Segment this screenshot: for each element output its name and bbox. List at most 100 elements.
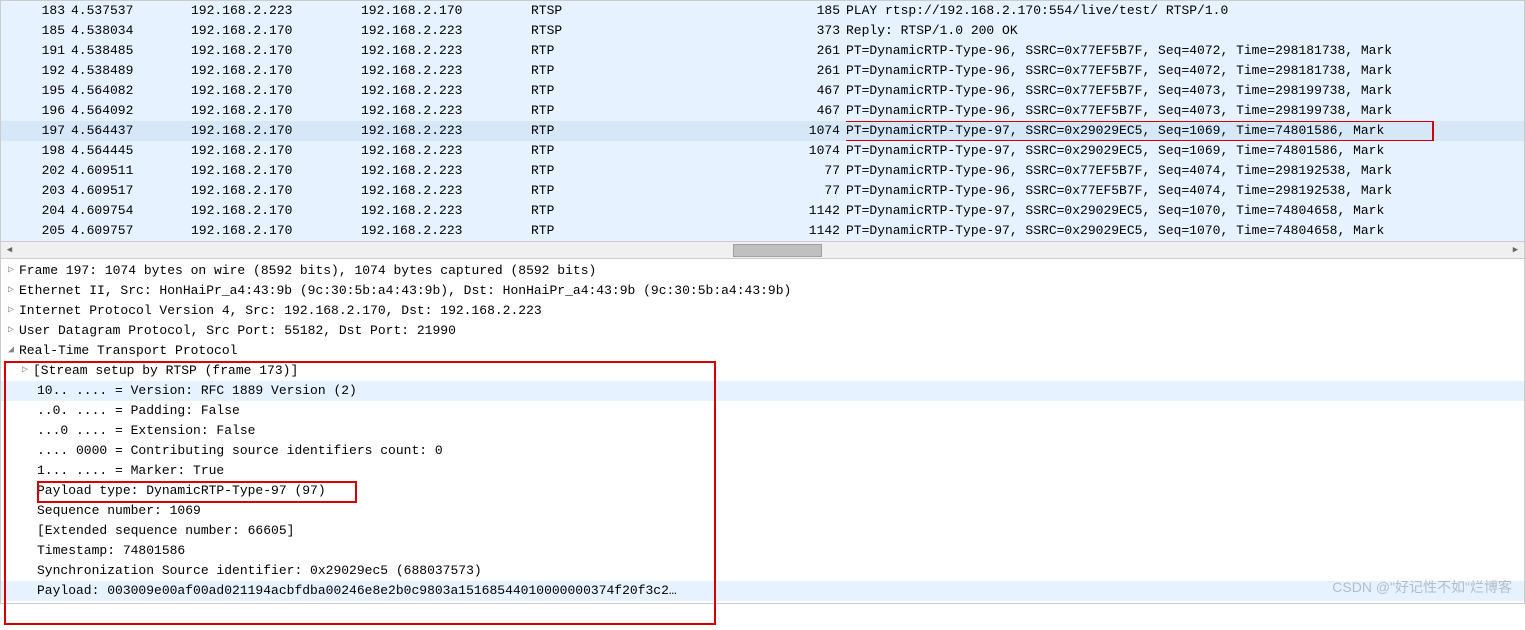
detail-text: Ethernet II, Src: HonHaiPr_a4:43:9b (9c:… [19, 281, 791, 301]
packet-details[interactable]: ▷Frame 197: 1074 bytes on wire (8592 bit… [0, 259, 1525, 604]
col-destination: 192.168.2.223 [361, 41, 531, 61]
col-no: 203 [1, 181, 71, 201]
col-length: 1142 [806, 221, 846, 241]
detail-text: Real-Time Transport Protocol [19, 341, 237, 361]
col-protocol: RTP [531, 41, 806, 61]
col-time: 4.609517 [71, 181, 191, 201]
detail-text: ...0 .... = Extension: False [37, 421, 255, 441]
col-length: 77 [806, 181, 846, 201]
col-no: 183 [1, 1, 71, 21]
detail-timestamp[interactable]: Timestamp: 74801586 [1, 541, 1524, 561]
col-info: PT=DynamicRTP-Type-96, SSRC=0x77EF5B7F, … [846, 161, 1524, 181]
scrollbar-thumb[interactable] [733, 244, 822, 257]
packet-row[interactable]: 1984.564445192.168.2.170192.168.2.223RTP… [1, 141, 1524, 161]
packet-row[interactable]: 2034.609517192.168.2.170192.168.2.223RTP… [1, 181, 1524, 201]
expand-icon[interactable]: ▷ [19, 361, 31, 381]
packet-row[interactable]: 1954.564082192.168.2.170192.168.2.223RTP… [1, 81, 1524, 101]
scroll-left-button[interactable]: ◀ [1, 243, 18, 258]
packet-row[interactable]: 1914.538485192.168.2.170192.168.2.223RTP… [1, 41, 1524, 61]
detail-csrc[interactable]: .... 0000 = Contributing source identifi… [1, 441, 1524, 461]
col-source: 192.168.2.170 [191, 81, 361, 101]
collapse-icon[interactable]: ◢ [5, 341, 17, 361]
col-info: PT=DynamicRTP-Type-97, SSRC=0x29029EC5, … [846, 141, 1524, 161]
packet-row[interactable]: 2044.609754192.168.2.170192.168.2.223RTP… [1, 201, 1524, 221]
detail-version[interactable]: 10.. .... = Version: RFC 1889 Version (2… [1, 381, 1524, 401]
detail-text: Payload type: DynamicRTP-Type-97 (97) [37, 481, 326, 501]
col-length: 261 [806, 61, 846, 81]
detail-text: Timestamp: 74801586 [37, 541, 185, 561]
packet-row[interactable]: 2024.609511192.168.2.170192.168.2.223RTP… [1, 161, 1524, 181]
col-source: 192.168.2.223 [191, 1, 361, 21]
col-info: PT=DynamicRTP-Type-97, SSRC=0x29029EC5, … [846, 201, 1524, 221]
col-time: 4.564445 [71, 141, 191, 161]
expand-icon[interactable]: ▷ [5, 261, 17, 281]
detail-text: [Stream setup by RTSP (frame 173)] [33, 361, 298, 381]
col-no: 195 [1, 81, 71, 101]
packet-row[interactable]: 1964.564092192.168.2.170192.168.2.223RTP… [1, 101, 1524, 121]
col-no: 202 [1, 161, 71, 181]
col-length: 1074 [806, 141, 846, 161]
col-no: 204 [1, 201, 71, 221]
col-destination: 192.168.2.223 [361, 141, 531, 161]
detail-ssrc[interactable]: Synchronization Source identifier: 0x290… [1, 561, 1524, 581]
col-no: 205 [1, 221, 71, 241]
col-destination: 192.168.2.170 [361, 1, 531, 21]
col-destination: 192.168.2.223 [361, 201, 531, 221]
packet-row[interactable]: 1854.538034192.168.2.170192.168.2.223RTS… [1, 21, 1524, 41]
detail-rtp[interactable]: ◢Real-Time Transport Protocol [1, 341, 1524, 361]
detail-extended-seq[interactable]: [Extended sequence number: 66605] [1, 521, 1524, 541]
scroll-right-button[interactable]: ▶ [1507, 243, 1524, 258]
packet-row[interactable]: 2054.609757192.168.2.170192.168.2.223RTP… [1, 221, 1524, 241]
detail-sequence[interactable]: Sequence number: 1069 [1, 501, 1524, 521]
detail-frame[interactable]: ▷Frame 197: 1074 bytes on wire (8592 bit… [1, 261, 1524, 281]
col-info: PT=DynamicRTP-Type-96, SSRC=0x77EF5B7F, … [846, 81, 1524, 101]
col-no: 197 [1, 121, 71, 141]
col-length: 467 [806, 101, 846, 121]
col-time: 4.538489 [71, 61, 191, 81]
col-length: 373 [806, 21, 846, 41]
detail-stream-setup[interactable]: ▷[Stream setup by RTSP (frame 173)] [1, 361, 1524, 381]
col-destination: 192.168.2.223 [361, 101, 531, 121]
col-no: 198 [1, 141, 71, 161]
detail-extension[interactable]: ...0 .... = Extension: False [1, 421, 1524, 441]
col-time: 4.538034 [71, 21, 191, 41]
col-info: PT=DynamicRTP-Type-96, SSRC=0x77EF5B7F, … [846, 61, 1524, 81]
col-protocol: RTP [531, 181, 806, 201]
packet-row[interactable]: 1924.538489192.168.2.170192.168.2.223RTP… [1, 61, 1524, 81]
packet-list[interactable]: 1834.537537192.168.2.223192.168.2.170RTS… [0, 0, 1525, 242]
detail-text: [Extended sequence number: 66605] [37, 521, 294, 541]
detail-payload-type[interactable]: Payload type: DynamicRTP-Type-97 (97) [1, 481, 1524, 501]
col-protocol: RTP [531, 101, 806, 121]
detail-ip[interactable]: ▷Internet Protocol Version 4, Src: 192.1… [1, 301, 1524, 321]
detail-text: Synchronization Source identifier: 0x290… [37, 561, 482, 581]
col-destination: 192.168.2.223 [361, 81, 531, 101]
expand-icon[interactable]: ▷ [5, 301, 17, 321]
col-source: 192.168.2.170 [191, 181, 361, 201]
expand-icon[interactable]: ▷ [5, 281, 17, 301]
col-protocol: RTP [531, 61, 806, 81]
col-time: 4.564437 [71, 121, 191, 141]
detail-text: ..0. .... = Padding: False [37, 401, 240, 421]
col-info: PT=DynamicRTP-Type-96, SSRC=0x77EF5B7F, … [846, 101, 1524, 121]
scrollbar-track[interactable] [18, 243, 1507, 258]
packet-row[interactable]: 1834.537537192.168.2.223192.168.2.170RTS… [1, 1, 1524, 21]
col-source: 192.168.2.170 [191, 221, 361, 241]
horizontal-scrollbar[interactable]: ◀ ▶ [0, 242, 1525, 259]
col-info: PT=DynamicRTP-Type-96, SSRC=0x77EF5B7F, … [846, 41, 1524, 61]
detail-text: Sequence number: 1069 [37, 501, 201, 521]
packet-row[interactable]: 1974.564437192.168.2.170192.168.2.223RTP… [1, 121, 1524, 141]
col-time: 4.609754 [71, 201, 191, 221]
detail-padding[interactable]: ..0. .... = Padding: False [1, 401, 1524, 421]
col-length: 1142 [806, 201, 846, 221]
col-info: PLAY rtsp://192.168.2.170:554/live/test/… [846, 1, 1524, 21]
detail-marker[interactable]: 1... .... = Marker: True [1, 461, 1524, 481]
detail-payload[interactable]: Payload: 003009e00af00ad021194acbfdba002… [1, 581, 1524, 601]
detail-udp[interactable]: ▷User Datagram Protocol, Src Port: 55182… [1, 321, 1524, 341]
col-no: 185 [1, 21, 71, 41]
expand-icon[interactable]: ▷ [5, 321, 17, 341]
detail-text: Internet Protocol Version 4, Src: 192.16… [19, 301, 542, 321]
detail-ethernet[interactable]: ▷Ethernet II, Src: HonHaiPr_a4:43:9b (9c… [1, 281, 1524, 301]
col-time: 4.564082 [71, 81, 191, 101]
col-source: 192.168.2.170 [191, 141, 361, 161]
col-protocol: RTSP [531, 21, 806, 41]
